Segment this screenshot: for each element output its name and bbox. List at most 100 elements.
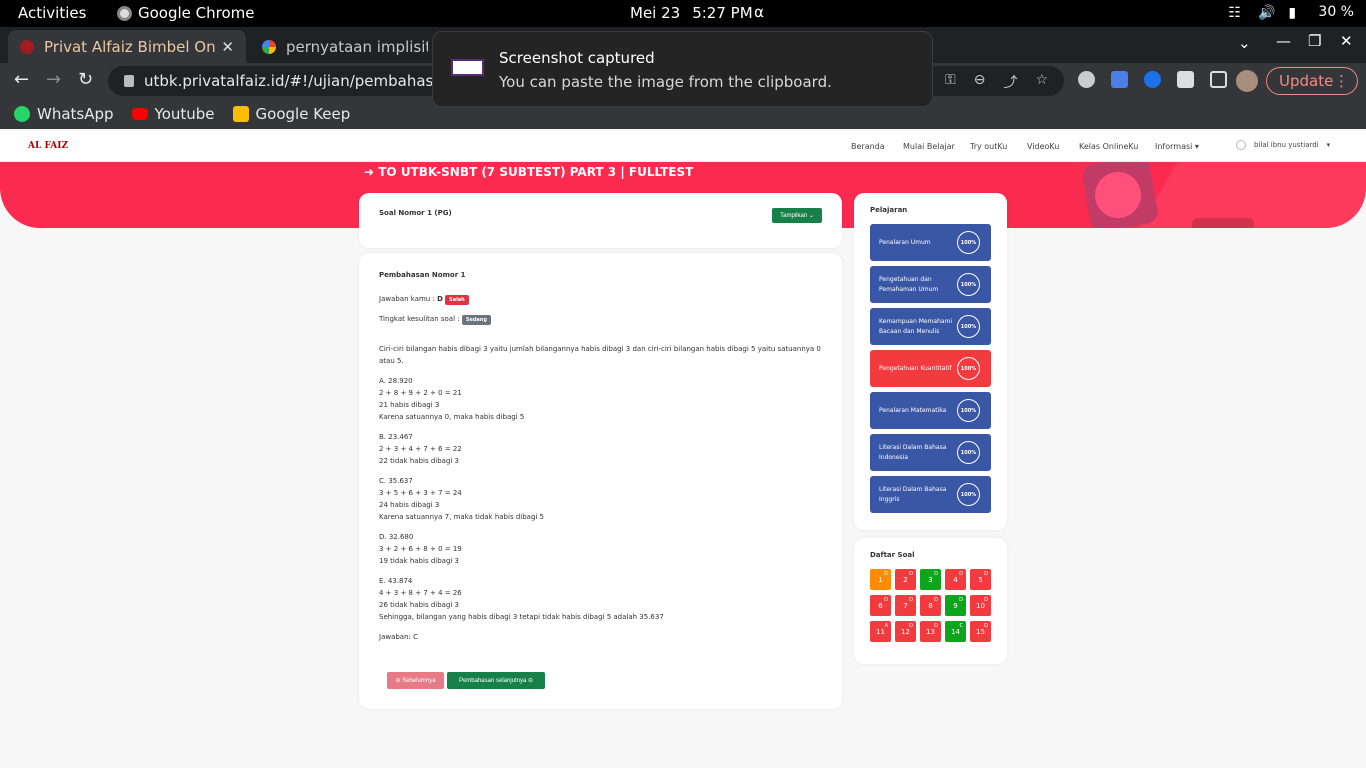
- reload-icon[interactable]: ↻: [78, 69, 93, 90]
- menu-videoku[interactable]: VideoKu: [1027, 142, 1059, 151]
- clock[interactable]: Mei 23 5:27 PM: [630, 4, 753, 22]
- question-number-button[interactable]: 11 A: [870, 621, 891, 642]
- profile-avatar[interactable]: [1236, 70, 1258, 92]
- question-number-button[interactable]: 4D: [945, 569, 966, 590]
- option-line: A. 28.920: [379, 377, 413, 385]
- activities-button[interactable]: Activities: [18, 4, 86, 22]
- google-keep-icon: [232, 106, 249, 122]
- tab-google-search[interactable]: pernyataan implisit - G: [250, 30, 440, 63]
- answer-letter: D: [984, 623, 988, 629]
- bookmark-star-icon[interactable]: ☆: [1035, 72, 1048, 92]
- kebab-menu-icon[interactable]: ⋮: [1334, 72, 1349, 90]
- subject-literasi-inggris[interactable]: Literasi Dalam Bahasa Inggris 100%: [870, 476, 991, 513]
- forward-arrow-icon[interactable]: →: [46, 69, 61, 90]
- bookmark-youtube[interactable]: Youtube: [131, 105, 215, 123]
- previous-label: Sebelumnya: [402, 678, 436, 684]
- progress-circle: 100%: [957, 483, 980, 506]
- screenshot-notification[interactable]: Screenshot captured You can paste the im…: [432, 31, 933, 107]
- question-label: Soal Nomor 1 (PG): [379, 209, 452, 217]
- page-title[interactable]: ➜ TO UTBK-SNBT (7 SUBTEST) PART 3 | FULL…: [364, 165, 693, 179]
- gnome-top-bar: Activities Google Chrome Mei 23 5:27 PM …: [0, 0, 1366, 27]
- bookmark-label: Youtube: [154, 105, 215, 123]
- key-icon[interactable]: ⚿: [945, 72, 956, 92]
- question-number-button[interactable]: 1D: [870, 569, 891, 590]
- translate-extension-icon[interactable]: [1111, 71, 1128, 88]
- question-number-button[interactable]: 7D: [895, 595, 916, 616]
- back-arrow-icon[interactable]: ←: [14, 69, 29, 90]
- subject-literasi-indonesia[interactable]: Literasi Dalam Bahasa Indonesia 100%: [870, 434, 991, 471]
- date-label: Mei 23: [630, 4, 681, 22]
- subject-kemampuan-memahami-bacaan[interactable]: Kemampuan Memahami Bacaan dan Menulis 10…: [870, 308, 991, 345]
- answer-letter: D: [959, 571, 963, 577]
- tab-search-chevron-icon[interactable]: ⌄: [1238, 34, 1251, 52]
- option-block-e: E. 43.874 4 + 3 + 8 + 7 + 4 = 26 26 tida…: [379, 575, 824, 623]
- previous-button[interactable]: ⊖ Sebelumnya: [387, 672, 444, 689]
- question-number-button[interactable]: 3D: [920, 569, 941, 590]
- question-list-title: Daftar Soal: [870, 551, 915, 559]
- answer-letter: D: [934, 623, 938, 629]
- share-icon[interactable]: ⤴: [1003, 72, 1017, 92]
- minimize-icon[interactable]: —: [1276, 32, 1291, 50]
- next-discussion-button[interactable]: Pembahasan selanjutnya ⊖: [447, 672, 545, 689]
- menu-kelas-onlineku[interactable]: Kelas OnlineKu: [1079, 142, 1138, 151]
- option-line: 3 + 5 + 6 + 3 + 7 = 24: [379, 489, 462, 497]
- question-number-button[interactable]: 12 D: [895, 621, 916, 642]
- subject-name: Kemampuan Memahami Bacaan dan Menulis: [879, 317, 953, 335]
- show-question-button[interactable]: Tampilkan ⌄: [772, 208, 822, 223]
- subjects-title: Pelajaran: [870, 206, 908, 214]
- extensions-area: [1078, 71, 1227, 88]
- back-arrow-icon[interactable]: ➜: [364, 165, 374, 179]
- question-number-button[interactable]: 9D: [945, 595, 966, 616]
- puzzle-extensions-icon[interactable]: [1177, 71, 1194, 88]
- discussion-card: Pembahasan Nomor 1 Jawaban kamu : D Sala…: [359, 253, 842, 709]
- question-number-button[interactable]: 8D: [920, 595, 941, 616]
- update-label: Update: [1279, 72, 1334, 90]
- alarm-bell-icon: ⍺: [754, 3, 764, 21]
- volume-icon: 🔊: [1258, 5, 1276, 21]
- subject-name: Penalaran Umum: [879, 238, 931, 246]
- arrow-right-circle-icon: ⊖: [528, 678, 534, 684]
- app-menu[interactable]: Google Chrome: [117, 4, 255, 22]
- question-number-button[interactable]: 15 D: [970, 621, 991, 642]
- question-number-button[interactable]: 13 D: [920, 621, 941, 642]
- bookmark-google-keep[interactable]: Google Keep: [232, 105, 350, 123]
- menu-try-outku[interactable]: Try outKu: [970, 142, 1007, 151]
- maximize-icon[interactable]: ❐: [1308, 32, 1321, 50]
- answer-value: D: [437, 295, 443, 303]
- subject-pengetahuan-pemahaman-umum[interactable]: Pengetahuan dan Pemahaman Umum 100%: [870, 266, 991, 303]
- subject-name: Pengetahuan Kuantitatif: [879, 364, 952, 372]
- site-logo[interactable]: AL FAIZ: [28, 141, 68, 151]
- menu-beranda[interactable]: Beranda: [851, 142, 885, 151]
- user-menu[interactable]: bilal ibnu yustiardi ▾: [1236, 140, 1330, 150]
- question-number-button[interactable]: 10 D: [970, 595, 991, 616]
- menu-informasi[interactable]: Informasi ▾: [1155, 142, 1199, 151]
- battery-icon: ▮: [1288, 5, 1297, 21]
- update-button[interactable]: Update ⋮: [1266, 67, 1358, 95]
- close-window-icon[interactable]: ✕: [1340, 32, 1353, 50]
- answer-letter: D: [934, 597, 938, 603]
- answer-label: Jawaban kamu :: [379, 295, 435, 303]
- menu-mulai-belajar[interactable]: Mulai Belajar: [903, 142, 955, 151]
- question-number-button[interactable]: 2D: [895, 569, 916, 590]
- bookmark-whatsapp[interactable]: WhatsApp: [14, 105, 114, 123]
- subject-pengetahuan-kuantitatif[interactable]: Pengetahuan Kuantitatif 100%: [870, 350, 991, 387]
- answer-letter: D: [959, 597, 963, 603]
- discussion-intro: Ciri-ciri bilangan habis dibagi 3 yaitu …: [379, 345, 821, 365]
- subject-penalaran-umum[interactable]: Penalaran Umum 100%: [870, 224, 991, 261]
- question-number-button[interactable]: 6D: [870, 595, 891, 616]
- question-number-button[interactable]: 5D: [970, 569, 991, 590]
- settings-extension-icon[interactable]: [1078, 71, 1095, 88]
- subject-penalaran-matematika[interactable]: Penalaran Matematika 100%: [870, 392, 991, 429]
- system-tray[interactable]: ☷ 🔊 ▮ 30 %: [1228, 4, 1354, 21]
- tab-privat-alfaiz[interactable]: Privat Alfaiz Bimbel Onlin ✕: [8, 30, 246, 63]
- progress-circle: 100%: [957, 315, 980, 338]
- site-navbar: AL FAIZ Beranda Mulai Belajar Try outKu …: [0, 131, 1366, 162]
- difficulty-badge: Sedang: [461, 315, 491, 325]
- read-aloud-extension-icon[interactable]: [1144, 71, 1161, 88]
- close-tab-icon[interactable]: ✕: [221, 38, 234, 56]
- zoom-icon[interactable]: ⊖: [974, 72, 986, 92]
- question-number-button[interactable]: 14 C: [945, 621, 966, 642]
- side-panel-icon[interactable]: [1210, 71, 1227, 88]
- caret-down-icon: ▾: [1326, 141, 1331, 149]
- option-line: 2 + 8 + 9 + 2 + 0 = 21: [379, 389, 462, 397]
